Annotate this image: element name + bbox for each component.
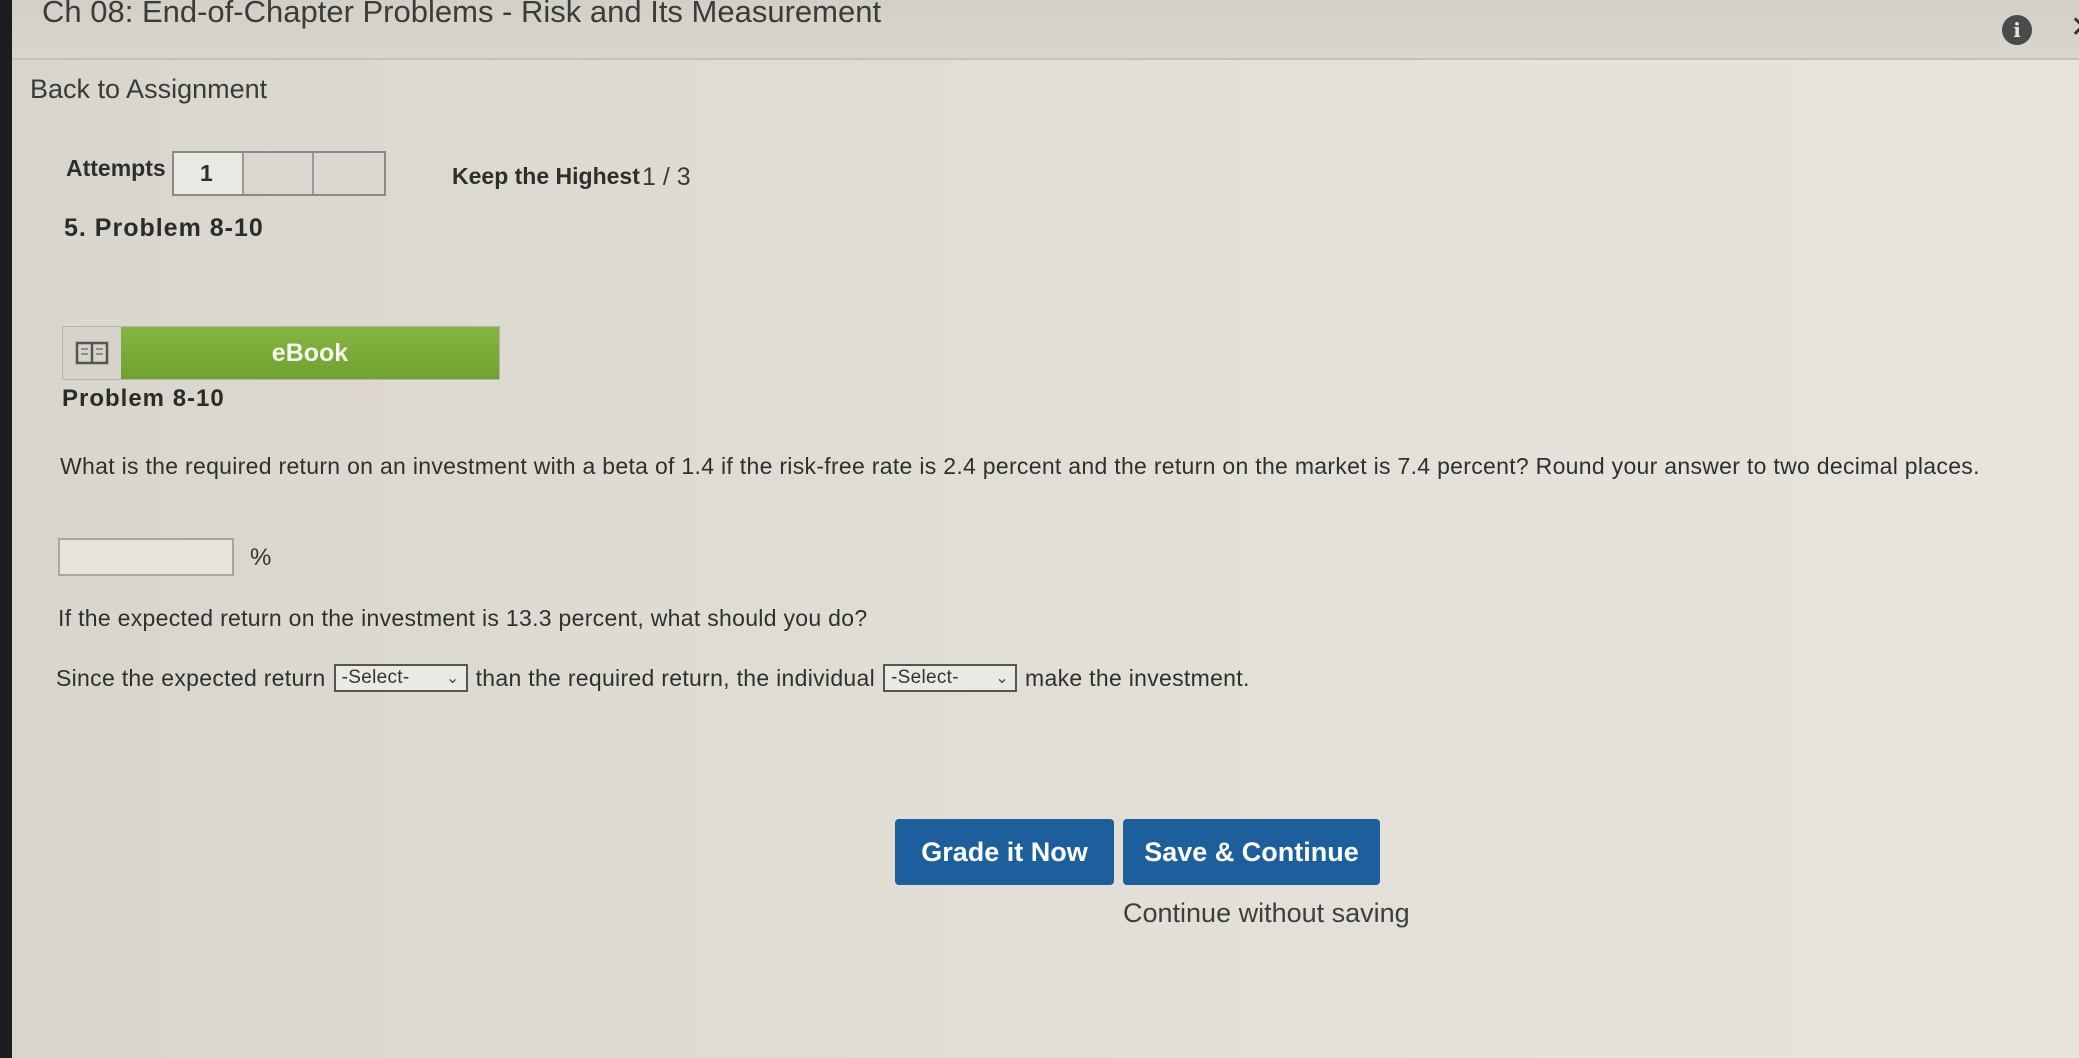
attempt-box-1: 1 [174, 153, 244, 194]
comparison-select-value: -Select- [341, 667, 410, 688]
attempt-box-2 [244, 153, 314, 194]
required-return-input[interactable] [58, 538, 234, 576]
continue-without-saving-link[interactable]: Continue without saving [1123, 898, 1410, 929]
keep-highest-count: 1 / 3 [642, 163, 691, 191]
ebook-bar[interactable]: eBook [62, 326, 500, 380]
decision-select-value: -Select- [891, 667, 959, 688]
page: Ch 08: End-of-Chapter Problems - Risk an… [0, 0, 2079, 1058]
problem-heading: 5. Problem 8-10 [64, 214, 264, 242]
follow-up-question: If the expected return on the investment… [58, 605, 868, 631]
info-icon[interactable]: i [2002, 15, 2032, 45]
attempts-boxes: 1 [172, 151, 386, 196]
comparison-select[interactable]: -Select- ⌄ [333, 664, 468, 692]
close-icon[interactable]: ✕ [2070, 10, 2079, 45]
ebook-button[interactable]: eBook [121, 327, 499, 379]
chevron-down-icon: ⌄ [445, 670, 460, 687]
sentence-part-2: than the required return, the individual [475, 664, 876, 691]
left-edge-bar [0, 0, 12, 1058]
decision-select[interactable]: -Select- ⌄ [883, 664, 1018, 692]
question-text: What is the required return on an invest… [60, 453, 1980, 479]
sentence-part-3: make the investment. [1025, 664, 1250, 691]
answer-sentence: Since the expected return -Select- ⌄ tha… [56, 664, 1250, 692]
save-and-continue-button[interactable]: Save & Continue [1123, 819, 1380, 885]
keep-highest-label: Keep the Highest [452, 163, 640, 189]
back-to-assignment-link[interactable]: Back to Assignment [30, 74, 267, 105]
attempts-label: Attempts [66, 155, 166, 181]
page-title: Ch 08: End-of-Chapter Problems - Risk an… [42, 0, 882, 29]
chevron-down-icon: ⌄ [995, 670, 1010, 687]
problem-title: Problem 8-10 [62, 385, 225, 412]
sentence-part-1: Since the expected return [56, 664, 326, 691]
grade-it-now-button[interactable]: Grade it Now [895, 819, 1114, 885]
header-bar: Ch 08: End-of-Chapter Problems - Risk an… [12, 0, 2079, 60]
book-icon[interactable] [63, 327, 121, 379]
percent-unit: % [250, 544, 272, 571]
attempt-box-3 [314, 153, 384, 194]
